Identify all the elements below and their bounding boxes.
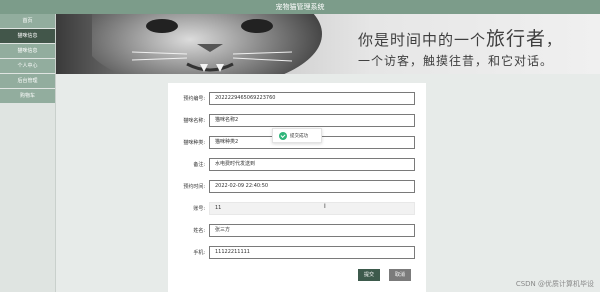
sidebar-item-cat-info[interactable]: 猫咪信息 <box>0 29 55 43</box>
sidebar: 首页 猫咪信息 猫咪信息 个人中心 后台管理 购物车 <box>0 14 56 292</box>
account-label: 账号: <box>193 206 205 212</box>
account-field[interactable]: 11 <box>209 202 415 215</box>
toast-message: 提交成功 <box>290 134 308 139</box>
top-bar: 宠物猫管理系统 <box>0 0 600 14</box>
cat-name-field[interactable]: 猫咪名称2 <box>209 114 415 127</box>
success-check-icon <box>279 132 287 140</box>
form-row-booking-no: 预约编号: 2022229465069223760 <box>168 92 426 105</box>
booking-time-field[interactable]: 2022-02-09 22:40:50 <box>209 180 415 193</box>
form-row-account: 账号: 11 <box>168 202 426 215</box>
cat-type-label: 猫咪种类: <box>183 140 205 146</box>
sidebar-item-cart[interactable]: 购物车 <box>0 89 55 103</box>
text-cursor-icon: I <box>324 203 326 210</box>
form-row-name: 姓名: 张三方 <box>168 224 426 237</box>
booking-time-label: 预约时间: <box>183 184 205 190</box>
banner-slogan-2: 一个访客，触摸往昔，和它对话。 <box>358 54 554 68</box>
sidebar-item-cat-info-2[interactable]: 猫咪信息 <box>0 44 55 58</box>
watermark: CSDN @优质计算机毕设 <box>515 280 594 288</box>
booking-no-label: 预约编号: <box>183 96 205 102</box>
sidebar-item-home[interactable]: 首页 <box>0 14 55 28</box>
booking-no-field[interactable]: 2022229465069223760 <box>209 92 415 105</box>
phone-label: 手机: <box>193 250 205 256</box>
form-row-booking-time: 预约时间: 2022-02-09 22:40:50 <box>168 180 426 193</box>
banner-slogan-1-pre: 你是时间中的一个 <box>358 31 487 49</box>
phone-field[interactable]: 11122211111 <box>209 246 415 259</box>
cat-photo <box>92 14 322 74</box>
form-row-cat-name: 猫咪名称: 猫咪名称2 <box>168 114 426 127</box>
sidebar-item-admin[interactable]: 后台管理 <box>0 74 55 88</box>
banner-slogan-1-post: ， <box>546 31 563 49</box>
header-banner: 你是时间中的一个旅行者， 一个访客，触摸往昔，和它对话。 <box>56 14 600 74</box>
name-label: 姓名: <box>193 228 205 234</box>
sidebar-item-profile[interactable]: 个人中心 <box>0 59 55 73</box>
form-row-remark: 备注: 水电费时代发送到 <box>168 158 426 171</box>
remark-field[interactable]: 水电费时代发送到 <box>209 158 415 171</box>
success-toast: 提交成功 <box>272 128 322 143</box>
app-title: 宠物猫管理系统 <box>275 3 325 11</box>
banner-slogan-1: 你是时间中的一个旅行者， <box>358 24 562 51</box>
remark-label: 备注: <box>193 162 205 168</box>
form-row-phone: 手机: 11122211111 <box>168 246 426 259</box>
cat-name-label: 猫咪名称: <box>183 118 205 124</box>
submit-button[interactable]: 提交 <box>358 269 380 281</box>
banner-slogan-1-big: 旅行者 <box>486 28 547 50</box>
form-card: 预约编号: 2022229465069223760 猫咪名称: 猫咪名称2 猫咪… <box>168 83 426 292</box>
name-field[interactable]: 张三方 <box>209 224 415 237</box>
cancel-button[interactable]: 取消 <box>389 269 411 281</box>
